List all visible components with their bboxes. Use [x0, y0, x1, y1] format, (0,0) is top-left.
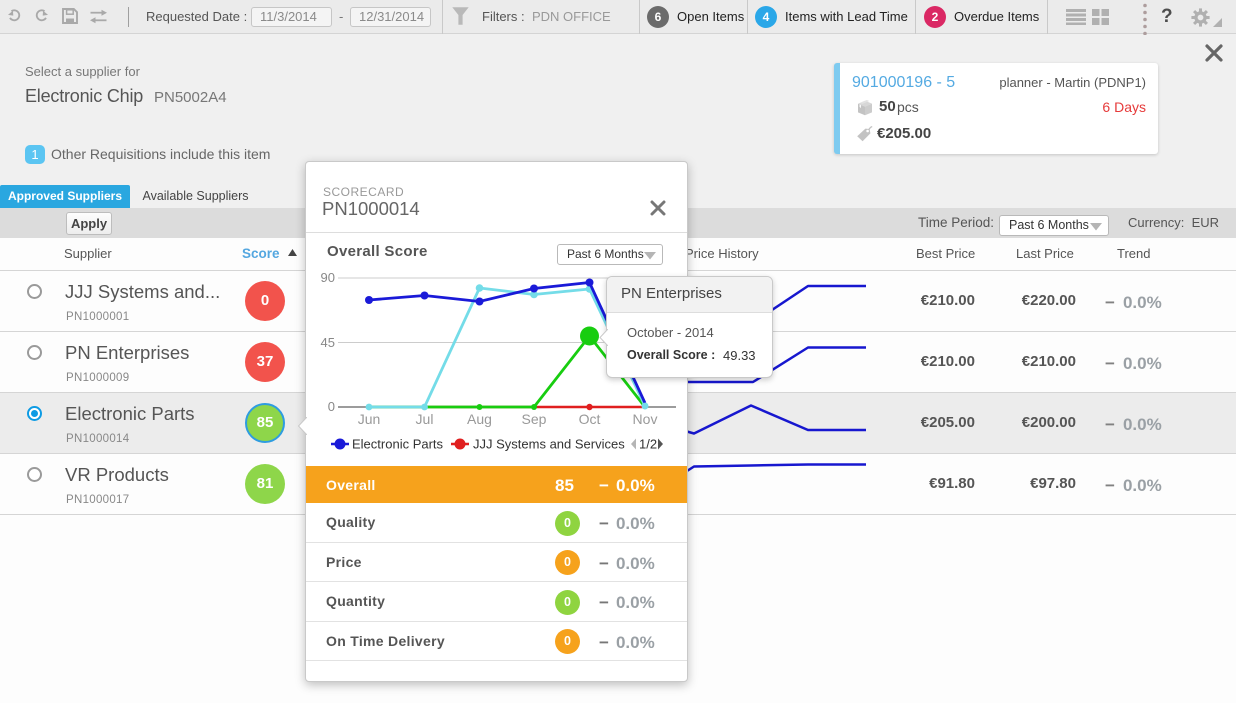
svg-text:Nov: Nov — [633, 411, 658, 427]
svg-text:Jun: Jun — [358, 411, 381, 427]
svg-text:JJJ Systems and Services: JJJ Systems and Services — [473, 437, 625, 452]
svg-text:0: 0 — [328, 399, 335, 414]
svg-text:Aug: Aug — [467, 411, 492, 427]
svg-text:Oct: Oct — [579, 411, 601, 427]
svg-text:90: 90 — [321, 270, 335, 285]
svg-text:Electronic Parts: Electronic Parts — [352, 437, 444, 452]
svg-text:1/2: 1/2 — [639, 437, 657, 452]
svg-text:Jul: Jul — [416, 411, 434, 427]
svg-text:Sep: Sep — [522, 411, 547, 427]
svg-text:45: 45 — [321, 335, 335, 350]
